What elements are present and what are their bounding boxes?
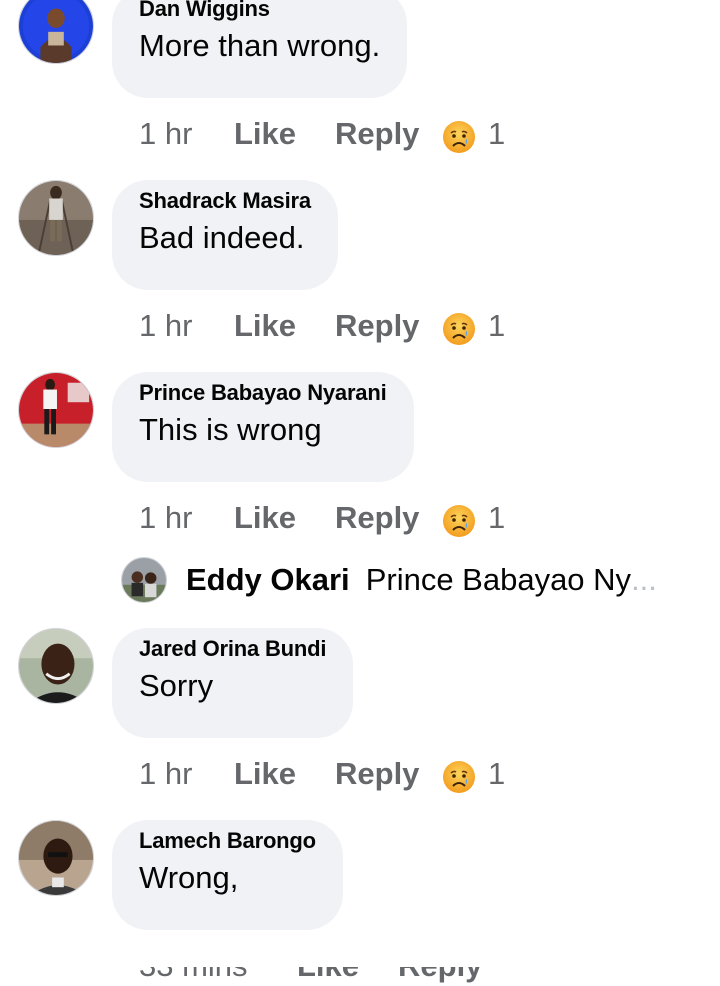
- reaction-count[interactable]: 1: [488, 756, 505, 792]
- viewport-bottom-edge: [0, 945, 720, 967]
- sad-reaction-icon[interactable]: [442, 504, 476, 538]
- comment-author[interactable]: Prince Babayao Nyarani: [139, 380, 387, 406]
- comment-timestamp[interactable]: 1 hr: [139, 116, 234, 152]
- avatar[interactable]: [18, 180, 94, 256]
- comment-timestamp[interactable]: 1 hr: [139, 308, 234, 344]
- comment-timestamp[interactable]: 1 hr: [139, 756, 234, 792]
- comment-bubble[interactable]: Dan Wiggins More than wrong.: [112, 0, 408, 98]
- reply-button[interactable]: Reply: [335, 500, 442, 536]
- reply-button[interactable]: Reply: [335, 116, 442, 152]
- comment-bubble[interactable]: Jared Orina Bundi Sorry: [112, 628, 354, 738]
- reaction-count[interactable]: 1: [488, 308, 505, 344]
- reply-author[interactable]: Eddy Okari: [186, 562, 350, 598]
- comment-bubble[interactable]: Shadrack Masira Bad indeed.: [112, 180, 338, 290]
- like-button[interactable]: Like: [234, 116, 335, 152]
- avatar[interactable]: [18, 372, 94, 448]
- comment-bubble[interactable]: Prince Babayao Nyarani This is wrong: [112, 372, 414, 482]
- comment-text: Sorry: [139, 668, 214, 703]
- reaction-count[interactable]: 1: [488, 116, 505, 152]
- reply-button[interactable]: Reply: [335, 308, 442, 344]
- comment-actions: 1 hr Like Reply 1: [139, 306, 505, 346]
- comment-actions: 1 hr Like Reply 1: [139, 498, 505, 538]
- comment-text: Bad indeed.: [139, 220, 305, 255]
- comment-thread: Dan Wiggins More than wrong. 1 hr Like R…: [0, 0, 720, 983]
- avatar[interactable]: [18, 628, 94, 704]
- like-button[interactable]: Like: [234, 756, 335, 792]
- comment-author[interactable]: Shadrack Masira: [139, 188, 311, 214]
- reaction-count[interactable]: 1: [488, 500, 505, 536]
- sad-reaction-icon[interactable]: [442, 760, 476, 794]
- comment-actions: 1 hr Like Reply 1: [139, 754, 505, 794]
- comment-author[interactable]: Jared Orina Bundi: [139, 636, 327, 662]
- comment-text: This is wrong: [139, 412, 322, 447]
- comment-author[interactable]: Lamech Barongo: [139, 828, 316, 854]
- avatar[interactable]: [18, 820, 94, 896]
- reply-preview[interactable]: Eddy Okari Prince Babayao Ny...: [121, 556, 681, 604]
- comment-timestamp[interactable]: 1 hr: [139, 500, 234, 536]
- comment-actions: 1 hr Like Reply 1: [139, 114, 505, 154]
- sad-reaction-icon[interactable]: [442, 120, 476, 154]
- avatar[interactable]: [121, 557, 167, 603]
- comment-bubble[interactable]: Lamech Barongo Wrong,: [112, 820, 343, 930]
- comment-author[interactable]: Dan Wiggins: [139, 0, 380, 22]
- like-button[interactable]: Like: [234, 308, 335, 344]
- reply-text: Prince Babayao Ny: [365, 562, 632, 597]
- truncation-ellipsis: ...: [631, 562, 657, 597]
- comment-text: Wrong,: [139, 860, 239, 895]
- like-button[interactable]: Like: [234, 500, 335, 536]
- comment-text: More than wrong.: [139, 28, 381, 63]
- sad-reaction-icon[interactable]: [442, 312, 476, 346]
- avatar[interactable]: [18, 0, 94, 64]
- reply-button[interactable]: Reply: [335, 756, 442, 792]
